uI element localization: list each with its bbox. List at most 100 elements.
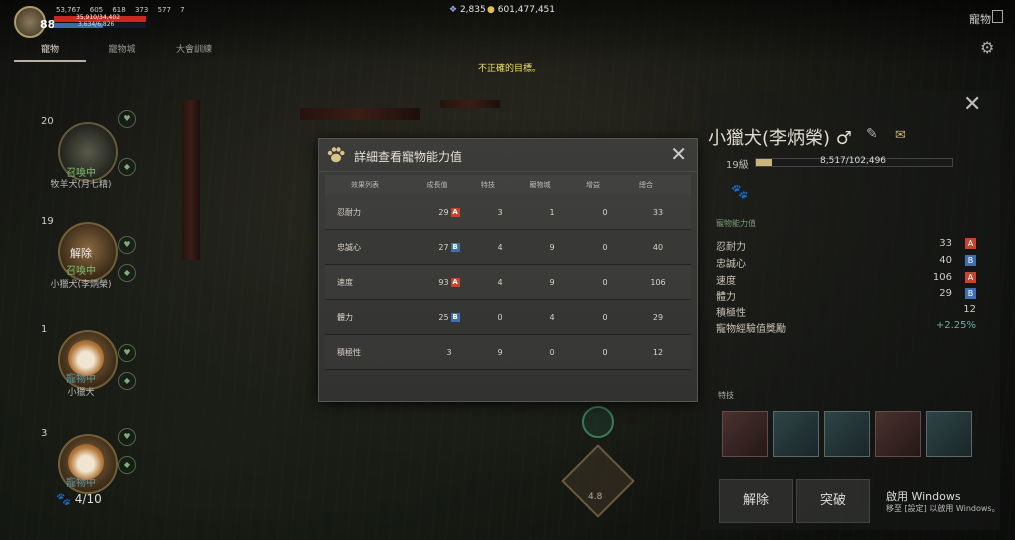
grade-badge: B [965, 255, 976, 266]
close-icon[interactable]: ✕ [670, 142, 687, 166]
trait-slot-icon[interactable] [824, 411, 870, 457]
tab-pet-city[interactable]: 寵物城 [86, 42, 158, 62]
growth-value: 3 [417, 348, 481, 357]
pet-name: 小獵犬(李炳榮) [50, 280, 112, 290]
stat-name: 忠誠心 [325, 242, 417, 253]
pet-city-value: 9 [519, 243, 585, 252]
skill-value: 4 [481, 243, 519, 252]
settings-gear-icon[interactable]: ⚙ [980, 38, 994, 57]
pet-detail-level: 19級 [726, 160, 749, 171]
stat-row: 寵物經驗值獎勵 +2.25% [716, 320, 976, 335]
top-hud: 88 53,767 605 618 373 577 7 35,910/34,40… [0, 0, 1015, 57]
pearls-value: 2,835 [459, 5, 486, 15]
pet-tier-number: 1 [41, 324, 48, 335]
stat-name-text: 積極性 [337, 347, 361, 357]
growth-value: 29 A [417, 207, 481, 217]
feed-icon[interactable]: ◆ [118, 264, 136, 282]
stat-name: 體力 [325, 312, 417, 323]
stat-value: 33 [939, 238, 952, 249]
paw-tab-icon[interactable]: 🐾 [731, 184, 748, 200]
feed-icon[interactable]: ◆ [118, 372, 136, 390]
grade-badge: B [965, 288, 976, 299]
grade-badge: A [450, 207, 460, 217]
dialog-title: 詳細查看寵物能力值 [354, 150, 463, 164]
exit-icon[interactable] [992, 10, 1003, 23]
dialog-header: 詳細查看寵物能力值 ✕ [319, 139, 697, 172]
trait-slot-icon[interactable] [926, 411, 972, 457]
pet-tier-number: 3 [41, 428, 48, 439]
stat-label: 寵物經驗值獎勵 [716, 324, 786, 335]
windows-activation-sub: 移至 [設定] 以啟用 Windows。 [886, 504, 1000, 513]
stat-name-text: 體力 [337, 312, 353, 322]
heart-icon[interactable]: ♥ [118, 236, 136, 254]
col-total: 總合 [639, 181, 653, 189]
skill-value-text: 3 [497, 207, 503, 217]
trait-slot-icon[interactable] [722, 411, 768, 457]
pet-city-value-text: 9 [549, 277, 555, 287]
pet-status: 召喚中 [66, 266, 96, 277]
pet-card[interactable]: 20 召喚中 牧羊犬(月七精) ♥ ◆ [34, 108, 144, 208]
trait-slot-icon[interactable] [875, 411, 921, 457]
skill-value: 9 [481, 348, 519, 357]
pet-dismiss-label[interactable]: 解除 [34, 245, 128, 261]
heart-icon[interactable]: ♥ [118, 110, 136, 128]
breakthrough-button[interactable]: 突破 [796, 479, 870, 523]
buff-value-text: 0 [602, 242, 608, 252]
feed-icon[interactable]: ◆ [118, 158, 136, 176]
buff-value: 0 [585, 243, 625, 252]
stat-value: 40 [939, 255, 952, 266]
stat-d: 577 [157, 6, 171, 14]
grade-badge: A [965, 272, 976, 283]
feed-icon[interactable]: ◆ [118, 456, 136, 474]
buff-value: 0 [585, 313, 625, 322]
pet-action-icon[interactable] [582, 406, 614, 438]
buff-value-text: 0 [602, 347, 608, 357]
heart-icon[interactable]: ♥ [118, 428, 136, 446]
pet-status: 寵物中 [66, 374, 96, 385]
ticket-icon[interactable]: ✉ [895, 128, 906, 143]
silver-display: ● 601,477,451 [487, 5, 555, 15]
col-growth: 成長值 [426, 181, 448, 189]
tab-training[interactable]: 大會訓練 [158, 42, 230, 62]
skill-value: 3 [481, 208, 519, 217]
table-body: 忍耐力 29 A 3 1 0 33 忠誠心 27 B 4 9 0 40 速度 93 A 4 9 0 106 體力 25 B 0 4… [325, 195, 691, 370]
pet-city-value-text: 1 [549, 207, 555, 217]
col-buff: 增益 [586, 181, 600, 189]
stat-label: 速度 [716, 276, 736, 287]
pearls-display: ❖ 2,835 [449, 5, 486, 15]
skill-value-text: 4 [497, 277, 503, 287]
tab-pets[interactable]: 寵物 [14, 42, 86, 62]
heart-icon[interactable]: ♥ [118, 344, 136, 362]
grade-badge: A [450, 277, 460, 287]
pet-card[interactable]: 1 寵物中 小獵犬 ♥ ◆ [34, 316, 144, 416]
growth-value-text: 25 [438, 312, 449, 322]
pet-status: 寵物中 [66, 478, 96, 489]
growth-value: 27 B [417, 242, 481, 252]
pet-detail-name: 小獵犬(李炳榮) ♂ [708, 128, 852, 149]
growth-value-text: 93 [438, 277, 449, 287]
stat-label: 忍耐力 [716, 242, 746, 253]
stat-row: 忠誠心 40 B [716, 255, 976, 270]
pet-card[interactable]: 19 解除 召喚中 小獵犬(李炳榮) ♥ ◆ [34, 208, 144, 308]
release-button[interactable]: 解除 [719, 479, 793, 523]
stat-e: 7 [180, 6, 185, 14]
paw-icon [327, 147, 345, 163]
total-value: 33 [625, 208, 691, 217]
stat-row: 積極性 12 [716, 304, 976, 319]
skill-value-text: 9 [497, 347, 503, 357]
skill-value: 0 [481, 313, 519, 322]
buff-value: 0 [585, 208, 625, 217]
col-effect: 效果列表 [351, 181, 379, 189]
close-icon[interactable]: ✕ [963, 92, 981, 117]
skill-value-text: 0 [497, 312, 503, 322]
stat-a: 605 [89, 6, 104, 14]
stat-name-text: 速度 [337, 277, 353, 287]
pet-city-value: 1 [519, 208, 585, 217]
mp-text: 3,634/6,826 [78, 21, 115, 28]
table-row: 速度 93 A 4 9 0 106 [325, 265, 691, 300]
rename-pen-icon[interactable]: ✎ [866, 126, 878, 142]
stat-label: 積極性 [716, 308, 746, 319]
trait-slot-icon[interactable] [773, 411, 819, 457]
pet-city-value: 0 [519, 348, 585, 357]
paw-icon: 🐾 [56, 492, 71, 506]
